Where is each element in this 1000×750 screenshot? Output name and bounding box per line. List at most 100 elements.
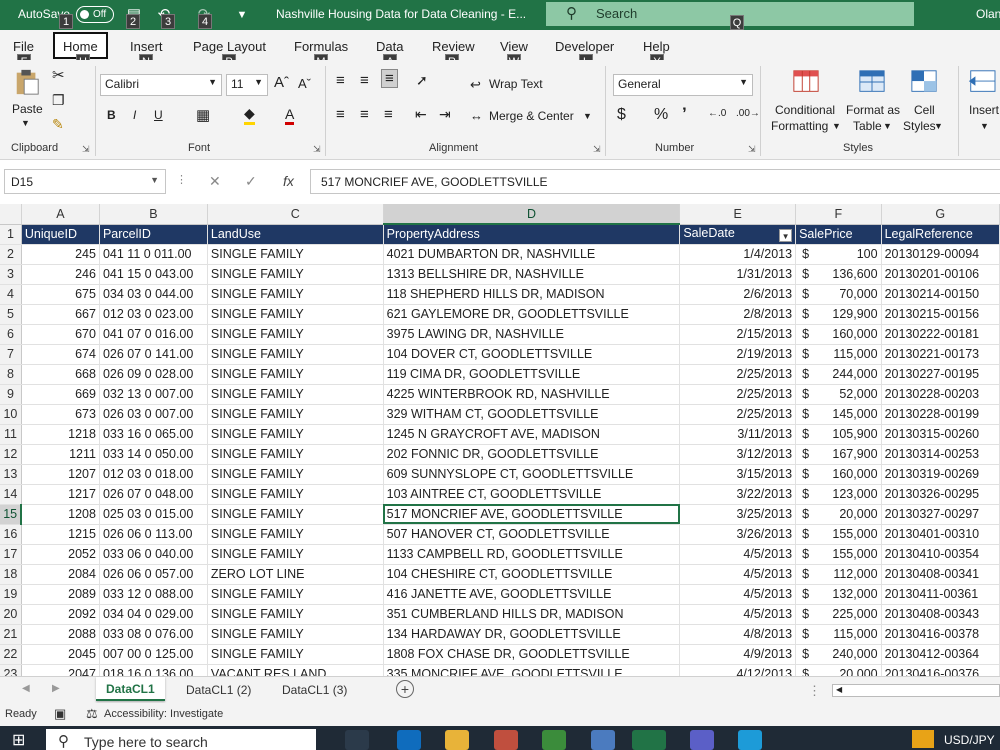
cell[interactable]: 4/12/2013: [679, 664, 797, 676]
app-icon[interactable]: [690, 730, 714, 750]
cell[interactable]: 2/25/2013: [679, 364, 797, 385]
increase-decimal-icon[interactable]: ←.0: [708, 108, 726, 119]
alignment-launcher-icon[interactable]: ⇲: [593, 144, 601, 155]
worksheet-grid[interactable]: A B C D E F G 1 UniqueID ParcelID LandUse PropertyA…: [0, 204, 1000, 676]
cell[interactable]: $100: [795, 244, 882, 265]
tab-help[interactable]: Help: [643, 39, 670, 54]
cell[interactable]: 3975 LAWING DR, NASHVILLE: [383, 324, 681, 345]
row-header[interactable]: 22: [0, 644, 22, 665]
cell[interactable]: $20,000: [795, 664, 882, 676]
chevron-down-icon[interactable]: ▼: [832, 121, 841, 131]
cell[interactable]: $136,600: [795, 264, 882, 285]
cell[interactable]: 018 16 0 136.00: [99, 664, 208, 676]
column-header[interactable]: F: [795, 204, 882, 225]
cell[interactable]: 3/26/2013: [679, 524, 797, 545]
cell[interactable]: 026 07 0 141.00: [99, 344, 208, 365]
cell[interactable]: 507 HANOVER CT, GOODLETTSVILLE: [383, 524, 681, 545]
cell[interactable]: 4/8/2013: [679, 624, 797, 645]
cell[interactable]: 034 03 0 044.00: [99, 284, 208, 305]
cell[interactable]: 026 07 0 048.00: [99, 484, 208, 505]
font-color-icon[interactable]: A: [285, 106, 295, 125]
cell[interactable]: 1207: [21, 464, 100, 485]
cell[interactable]: 20130408-00341: [881, 564, 1000, 585]
cell[interactable]: 2/15/2013: [679, 324, 797, 345]
row-header[interactable]: 8: [0, 364, 22, 385]
cell[interactable]: SINGLE FAMILY: [207, 464, 384, 485]
cell[interactable]: $240,000: [795, 644, 882, 665]
cell[interactable]: SINGLE FAMILY: [207, 544, 384, 565]
tab-file[interactable]: File: [13, 39, 34, 54]
chevron-down-icon[interactable]: ▼: [934, 121, 943, 131]
merge-center-button[interactable]: Merge & Center: [489, 109, 574, 123]
header-cell[interactable]: SaleDate ▼: [679, 224, 797, 245]
add-sheet-icon[interactable]: +: [396, 680, 414, 698]
cell-styles-icon[interactable]: [909, 68, 939, 96]
cell[interactable]: $132,000: [795, 584, 882, 605]
cell[interactable]: 20130129-00094: [881, 244, 1000, 265]
cell[interactable]: 2092: [21, 604, 100, 625]
cell[interactable]: SINGLE FAMILY: [207, 644, 384, 665]
tab-insert[interactable]: Insert: [130, 39, 163, 54]
cell[interactable]: 041 07 0 016.00: [99, 324, 208, 345]
cell[interactable]: 4/5/2013: [679, 564, 797, 585]
cell[interactable]: 012 03 0 018.00: [99, 464, 208, 485]
cell[interactable]: 20130215-00156: [881, 304, 1000, 325]
cell[interactable]: 20130228-00203: [881, 384, 1000, 405]
row-header[interactable]: 10: [0, 404, 22, 425]
cell[interactable]: 1208: [21, 504, 100, 525]
header-cell[interactable]: SalePrice: [795, 224, 882, 245]
bottom-align-icon[interactable]: ≡: [381, 69, 398, 88]
cell[interactable]: SINGLE FAMILY: [207, 404, 384, 425]
cell[interactable]: 103 AINTREE CT, GOODLETTSVILLE: [383, 484, 681, 505]
cell[interactable]: 104 DOVER CT, GOODLETTSVILLE: [383, 344, 681, 365]
chevron-down-icon[interactable]: ▼: [883, 121, 892, 131]
cell[interactable]: 20130401-00310: [881, 524, 1000, 545]
cell[interactable]: 1313 BELLSHIRE DR, NASHVILLE: [383, 264, 681, 285]
row-header[interactable]: 19: [0, 584, 22, 605]
cell[interactable]: 416 JANETTE AVE, GOODLETTSVILLE: [383, 584, 681, 605]
row-header[interactable]: 3: [0, 264, 22, 285]
cell[interactable]: SINGLE FAMILY: [207, 504, 384, 525]
conditional-formatting-label-2[interactable]: Formatting: [771, 119, 828, 133]
cell[interactable]: 033 16 0 065.00: [99, 424, 208, 445]
cell[interactable]: 20130228-00199: [881, 404, 1000, 425]
row-header[interactable]: 18: [0, 564, 22, 585]
task-view-icon[interactable]: [345, 730, 369, 750]
cell[interactable]: SINGLE FAMILY: [207, 584, 384, 605]
tab-review[interactable]: Review: [432, 39, 475, 54]
cell[interactable]: $123,000: [795, 484, 882, 505]
cell[interactable]: 4/9/2013: [679, 644, 797, 665]
middle-align-icon[interactable]: ≡: [360, 72, 369, 89]
underline-icon[interactable]: U: [154, 108, 163, 122]
tab-view[interactable]: View: [500, 39, 528, 54]
cell[interactable]: 20130222-00181: [881, 324, 1000, 345]
conditional-formatting-icon[interactable]: [791, 68, 821, 96]
format-painter-icon[interactable]: ✎: [52, 116, 64, 133]
cell[interactable]: SINGLE FAMILY: [207, 324, 384, 345]
cell[interactable]: 245: [21, 244, 100, 265]
insert-button[interactable]: Insert: [969, 103, 999, 117]
increase-font-icon[interactable]: Aˆ: [274, 74, 289, 91]
cell[interactable]: 675: [21, 284, 100, 305]
cell[interactable]: 20130201-00106: [881, 264, 1000, 285]
cell[interactable]: 20130315-00260: [881, 424, 1000, 445]
sheet-tab-datacl1-3[interactable]: DataCL1 (3): [282, 683, 347, 697]
tab-data[interactable]: Data: [376, 39, 403, 54]
cell[interactable]: 20130221-00173: [881, 344, 1000, 365]
scroll-left-icon[interactable]: ◀: [836, 685, 842, 694]
number-format-select[interactable]: General ▼: [613, 74, 753, 96]
row-header[interactable]: 21: [0, 624, 22, 645]
column-header[interactable]: A: [21, 204, 100, 225]
cell[interactable]: $167,900: [795, 444, 882, 465]
cell[interactable]: $105,900: [795, 424, 882, 445]
cell[interactable]: 20130416-00376: [881, 664, 1000, 676]
cell[interactable]: $160,000: [795, 324, 882, 345]
cell[interactable]: 20130314-00253: [881, 444, 1000, 465]
cell[interactable]: $155,000: [795, 544, 882, 565]
increase-indent-icon[interactable]: ⇥: [439, 106, 451, 123]
cell-styles-label-2[interactable]: Styles: [903, 119, 936, 133]
conditional-formatting-label[interactable]: Conditional: [775, 103, 835, 117]
row-header[interactable]: 13: [0, 464, 22, 485]
cell[interactable]: SINGLE FAMILY: [207, 604, 384, 625]
cell[interactable]: 20130327-00297: [881, 504, 1000, 525]
